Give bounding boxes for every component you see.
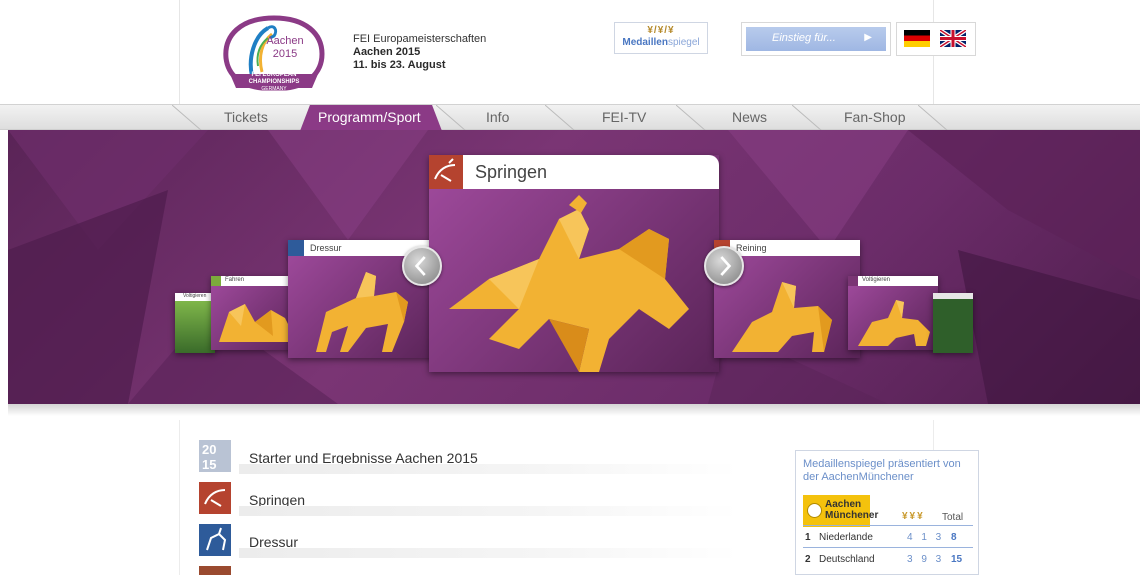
main-navigation: Tickets Programm/Sport Info FEI-TV News … <box>0 104 1140 131</box>
list-divider <box>239 464 739 474</box>
dressage-icon <box>199 524 231 556</box>
medal-icons: ¥¥¥ <box>902 511 925 522</box>
sponsor-logo[interactable]: Aachen Münchener <box>803 495 878 527</box>
driving-icon <box>199 566 231 575</box>
svg-text:15: 15 <box>202 457 216 472</box>
logo-line-1: FEI EUROPEAN <box>251 72 296 78</box>
chevron-right-icon <box>720 256 732 276</box>
nav-separator <box>792 105 822 131</box>
rank: 1 <box>805 532 811 543</box>
medal-table-widget[interactable]: Medaillenspiegel präsentiert von der Aac… <box>795 450 979 575</box>
dressage-icon <box>288 240 304 256</box>
country: Deutschland <box>819 554 875 565</box>
uk-flag-icon[interactable] <box>940 30 966 47</box>
medal-row[interactable]: 2 Deutschland 3 9 3 15 <box>803 547 973 569</box>
list-divider <box>239 506 739 516</box>
jumping-icon <box>199 482 231 514</box>
page: Aachen 2015 FEI EUROPEAN CHAMPIONSHIPS G… <box>0 0 1140 575</box>
nav-tab-fan-shop[interactable]: Fan-Shop <box>844 109 905 125</box>
nav-tab-news[interactable]: News <box>732 109 767 125</box>
event-dates: 11. bis 23. August <box>353 59 446 71</box>
card-title: Voltigieren <box>175 293 215 301</box>
carousel-card-far-right[interactable] <box>933 293 973 353</box>
vaulting-icon <box>848 276 858 286</box>
card-title: Voltigieren <box>848 276 938 286</box>
chevron-left-icon <box>414 256 426 276</box>
event-location: Aachen 2015 <box>353 46 421 58</box>
list-divider <box>239 548 739 558</box>
nav-separator <box>918 105 948 131</box>
carousel-next-button[interactable] <box>704 246 744 286</box>
list-item-driving[interactable] <box>199 566 739 575</box>
logo-line-2: CHAMPIONSHIPS <box>249 79 300 85</box>
card-title: Springen <box>475 162 548 182</box>
nav-tab-tickets[interactable]: Tickets <box>224 109 268 125</box>
nav-separator <box>436 105 466 131</box>
nav-tab-programm-sport[interactable]: Programm/Sport <box>318 109 421 125</box>
medal-table-button[interactable]: ¥/¥/¥ Medaillenspiegel <box>614 22 708 54</box>
nav-tab-info[interactable]: Info <box>486 109 509 125</box>
medal-table-label: Medaillenspiegel <box>622 37 700 48</box>
event-title: FEI Europameisterschaften <box>353 33 487 45</box>
sport-carousel: Voltigieren Fahren Dressur Springen Rein… <box>8 130 1140 404</box>
medal-counts: 4 1 3 <box>907 532 945 543</box>
list-item-results[interactable]: 20 15 Starter und Ergebnisse Aachen 2015 <box>199 440 739 474</box>
aachen-2015-logo[interactable]: Aachen 2015 FEI EUROPEAN CHAMPIONSHIPS G… <box>222 14 326 94</box>
year-2015-icon: 20 15 <box>199 440 231 472</box>
rank: 2 <box>805 554 811 565</box>
list-item-dressur[interactable]: Dressur <box>199 524 739 558</box>
carousel-card-springen[interactable]: Springen <box>429 155 719 372</box>
card-title-bar: Springen <box>429 155 719 189</box>
entry-box: Einstieg für... ▶ <box>741 22 891 56</box>
column-border-left <box>179 420 180 575</box>
driving-icon <box>211 276 221 286</box>
logo-year: 2015 <box>273 48 297 60</box>
medal-total: 15 <box>951 554 963 565</box>
german-flag-icon[interactable] <box>904 30 930 47</box>
total-column-header: Total <box>942 512 964 523</box>
medal-total: 8 <box>951 532 957 543</box>
column-border-left <box>179 0 180 104</box>
nav-separator <box>172 105 202 131</box>
medal-counts: 3 9 3 <box>907 554 945 565</box>
carousel-card-voltigieren-left[interactable]: Voltigieren <box>175 293 215 353</box>
medal-row[interactable]: 1 Niederlande 4 1 3 8 <box>803 525 973 547</box>
nav-separator <box>676 105 706 131</box>
nav-tab-fei-tv[interactable]: FEI-TV <box>602 109 646 125</box>
carousel-prev-button[interactable] <box>402 246 442 286</box>
medal-icons: ¥/¥/¥ <box>647 25 675 36</box>
logo-city: Aachen <box>266 35 303 47</box>
country: Niederlande <box>819 532 873 543</box>
nav-separator <box>545 105 575 131</box>
card-image <box>175 301 215 353</box>
sponsor-coin-icon <box>807 503 822 518</box>
banner-shadow <box>8 404 1140 416</box>
event-info: FEI Europameisterschaften Aachen 2015 11… <box>353 33 486 72</box>
jumping-icon <box>429 155 463 189</box>
logo-line-3: GERMANY <box>261 86 287 92</box>
list-item-springen[interactable]: Springen <box>199 482 739 516</box>
show-jumping-horse-illustration <box>449 195 689 372</box>
language-switcher <box>896 22 976 56</box>
vaulting-illustration <box>858 300 930 346</box>
sponsor-name: Aachen Münchener <box>825 499 879 521</box>
svg-text:20: 20 <box>202 442 216 457</box>
play-arrow-icon: ▶ <box>864 32 872 43</box>
entry-for-button[interactable]: Einstieg für... ▶ <box>746 27 886 51</box>
entry-for-label: Einstieg für... <box>772 32 836 44</box>
carousel-card-voltigieren[interactable]: Voltigieren <box>848 276 938 350</box>
card-image <box>933 293 973 353</box>
medal-table-heading: Medaillenspiegel präsentiert von der Aac… <box>803 458 961 483</box>
